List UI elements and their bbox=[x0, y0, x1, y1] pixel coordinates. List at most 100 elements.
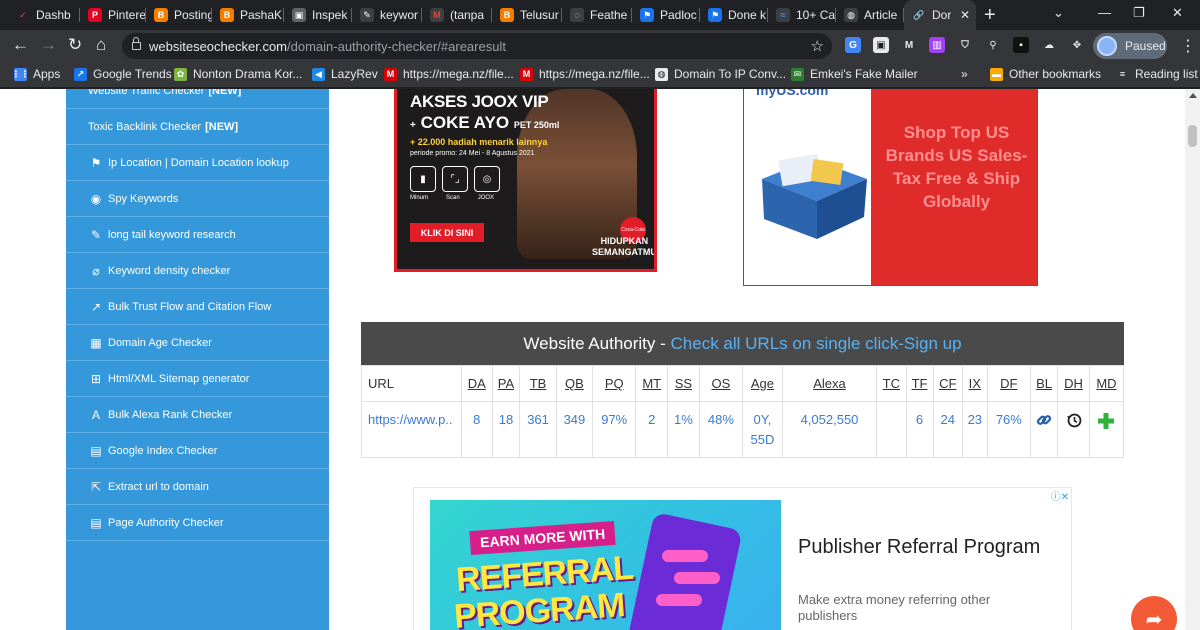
check-all-urls-link[interactable]: Check all URLs on single click bbox=[671, 334, 899, 354]
scrollbar-thumb[interactable] bbox=[1188, 125, 1197, 147]
reload-icon[interactable]: ↻ bbox=[68, 35, 82, 55]
column-header-pq[interactable]: PQ bbox=[592, 365, 637, 402]
browser-tab[interactable]: ✎ keywor bbox=[352, 2, 422, 28]
mega-extension-icon[interactable]: M bbox=[901, 37, 917, 53]
browser-tab[interactable]: ≈10+ Ca bbox=[768, 2, 836, 28]
sidebar-item[interactable]: Website Traffic Checker [NEW] bbox=[66, 89, 329, 109]
sidebar-item[interactable]: ▤ Google Index Checker bbox=[66, 433, 329, 469]
browser-menu-icon[interactable]: ⋮ bbox=[1180, 36, 1196, 56]
page-scrollbar[interactable] bbox=[1185, 89, 1200, 630]
restore-icon[interactable]: ❐ bbox=[1133, 5, 1145, 21]
browser-tab[interactable]: B PashaK bbox=[212, 2, 284, 28]
browser-tab[interactable]: B Telusur bbox=[492, 2, 562, 28]
sidebar-item[interactable]: ↗ Bulk Trust Flow and Citation Flow bbox=[66, 289, 329, 325]
ad-cta-button[interactable]: KLIK DI SINI bbox=[410, 223, 484, 242]
cloud-extension-icon[interactable]: ☁ bbox=[1041, 37, 1057, 53]
address-bar[interactable]: websiteseochecker.com/domain-authority-c… bbox=[122, 33, 832, 59]
adchoices-icon[interactable]: ⓘ✕ bbox=[1051, 488, 1069, 503]
column-header-ss[interactable]: SS bbox=[667, 365, 700, 402]
sidebar-item[interactable]: ⇱ Extract url to domain bbox=[66, 469, 329, 505]
puzzle-extensions-icon[interactable]: ✥ bbox=[1069, 37, 1085, 53]
profile-button[interactable]: Paused bbox=[1093, 33, 1167, 59]
sidebar-item[interactable]: ◉ Spy Keywords bbox=[66, 181, 329, 217]
sidebar-item[interactable]: ⌀ Keyword density checker bbox=[66, 253, 329, 289]
column-header-bl[interactable]: BL bbox=[1029, 365, 1059, 402]
referral-ad-banner[interactable]: ⓘ✕ EARN MORE WITH REFERRAL PROGRAM Publi… bbox=[413, 487, 1072, 630]
magnifier-extension-icon[interactable]: ⚲ bbox=[985, 37, 1001, 53]
browser-tab[interactable]: P Pintere bbox=[80, 2, 146, 28]
column-header-alexa[interactable]: Alexa bbox=[781, 365, 878, 402]
column-header-pa[interactable]: PA bbox=[491, 365, 521, 402]
bookmark-item[interactable]: ✿ Nonton Drama Kor... bbox=[174, 67, 302, 81]
browser-tab[interactable]: ⚑ Done k bbox=[700, 2, 768, 28]
screenshot-extension-icon[interactable]: ▣ bbox=[873, 37, 889, 53]
purple-extension-icon[interactable]: ▥ bbox=[929, 37, 945, 53]
column-header-df[interactable]: DF bbox=[986, 365, 1031, 402]
bookmark-item[interactable]: ✉ Emkei's Fake Mailer bbox=[791, 67, 918, 81]
bookmark-item[interactable]: ◍ Domain To IP Conv... bbox=[655, 67, 786, 81]
sidebar-item[interactable]: ⊞ Html/XML Sitemap generator bbox=[66, 361, 329, 397]
browser-tab[interactable]: ◍ Article bbox=[836, 2, 904, 28]
column-header-ix[interactable]: IX bbox=[961, 365, 988, 402]
close-window-icon[interactable]: ✕ bbox=[1172, 5, 1183, 21]
dark-extension-icon[interactable]: ▪ bbox=[1013, 37, 1029, 53]
column-header-qb[interactable]: QB bbox=[555, 365, 594, 402]
bookmark-overflow-button[interactable]: » bbox=[961, 67, 968, 81]
browser-tab[interactable]: M (tanpa bbox=[422, 2, 492, 28]
shield-extension-icon[interactable]: ⛉ bbox=[957, 37, 973, 53]
browser-tab[interactable]: ▣ Inspek bbox=[284, 2, 352, 28]
bookmark-item[interactable]: ↗ Google Trends bbox=[74, 67, 172, 81]
new-tab-button[interactable]: + bbox=[984, 4, 996, 27]
bookmark-item[interactable]: Mhttps://mega.nz/file... bbox=[520, 67, 650, 81]
tab-search-icon[interactable]: ⌄ bbox=[1053, 5, 1064, 21]
bl-cell[interactable] bbox=[1029, 401, 1059, 458]
bookmark-item[interactable]: ◀ LazyRev bbox=[312, 67, 378, 81]
close-tab-icon[interactable]: ✕ bbox=[960, 8, 970, 22]
bookmark-item[interactable]: Mhttps://mega.nz/file... bbox=[384, 67, 514, 81]
plus-icon[interactable] bbox=[1097, 412, 1115, 430]
column-header-tb[interactable]: TB bbox=[519, 365, 557, 402]
browser-tab[interactable]: B Posting bbox=[146, 2, 212, 28]
column-header-mt[interactable]: MT bbox=[635, 365, 669, 402]
bookmark-item[interactable]: ⋮⋮ Apps bbox=[12, 67, 61, 81]
joox-ad-banner[interactable]: AKSES JOOX VIP + COKE AYO PET 250ml + 22… bbox=[394, 89, 657, 272]
forward-arrow-icon[interactable]: → bbox=[40, 35, 57, 55]
column-header-age[interactable]: Age bbox=[742, 365, 783, 402]
browser-tab[interactable]: ⚑ Padloc bbox=[632, 2, 700, 28]
column-header-os[interactable]: OS bbox=[698, 365, 744, 402]
back-arrow-icon[interactable]: ← bbox=[12, 35, 29, 55]
share-fab[interactable]: ➦ bbox=[1131, 596, 1177, 630]
link-icon[interactable] bbox=[1036, 412, 1052, 428]
sidebar-item[interactable]: A Bulk Alexa Rank Checker bbox=[66, 397, 329, 433]
lock-icon[interactable] bbox=[132, 37, 141, 50]
bookmark-star-icon[interactable]: ☆ bbox=[811, 37, 824, 55]
column-header-tc[interactable]: TC bbox=[876, 365, 907, 402]
url-cell[interactable]: https://www.p.. bbox=[361, 401, 462, 458]
sidebar-item[interactable]: ⚑ Ip Location | Domain Location lookup bbox=[66, 145, 329, 181]
column-header-dh[interactable]: DH bbox=[1057, 365, 1090, 402]
sidebar-item[interactable]: ▦ Domain Age Checker bbox=[66, 325, 329, 361]
column-header-md[interactable]: MD bbox=[1088, 365, 1125, 402]
browser-tab[interactable]: ✓ Dashb bbox=[8, 2, 80, 28]
scroll-up-arrow-icon[interactable] bbox=[1189, 93, 1197, 98]
column-header-da[interactable]: DA bbox=[461, 365, 493, 402]
authority-title: Website Authority - bbox=[523, 333, 666, 353]
sign-up-link[interactable]: Sign up bbox=[904, 334, 962, 354]
ad-title[interactable]: Publisher Referral Program bbox=[798, 536, 1040, 559]
translate-extension-icon[interactable]: G bbox=[845, 37, 861, 53]
home-icon[interactable]: ⌂ bbox=[96, 35, 106, 55]
history-icon[interactable] bbox=[1066, 412, 1082, 428]
minimize-icon[interactable]: — bbox=[1098, 5, 1111, 20]
md-cell[interactable] bbox=[1088, 401, 1125, 458]
sidebar-item[interactable]: ▤ Page Authority Checker bbox=[66, 505, 329, 541]
sidebar-item[interactable]: Toxic Backlink Checker [NEW] bbox=[66, 109, 329, 145]
column-header-cf[interactable]: CF bbox=[932, 365, 963, 402]
sidebar-item[interactable]: ✎ long tail keyword research bbox=[66, 217, 329, 253]
dh-cell[interactable] bbox=[1057, 401, 1090, 458]
browser-tab[interactable]: ◌ Feathe bbox=[562, 2, 632, 28]
myus-ad-banner[interactable]: myUS.com Shop Top US Brands US Sales-Tax… bbox=[743, 89, 1038, 286]
bookmark-item[interactable]: ▬ Other bookmarks bbox=[990, 67, 1101, 81]
browser-tab[interactable]: 🔗 Dor ✕ bbox=[904, 0, 976, 30]
column-header-tf[interactable]: TF bbox=[905, 365, 934, 402]
bookmark-item[interactable]: ≡ Reading list bbox=[1116, 67, 1198, 81]
